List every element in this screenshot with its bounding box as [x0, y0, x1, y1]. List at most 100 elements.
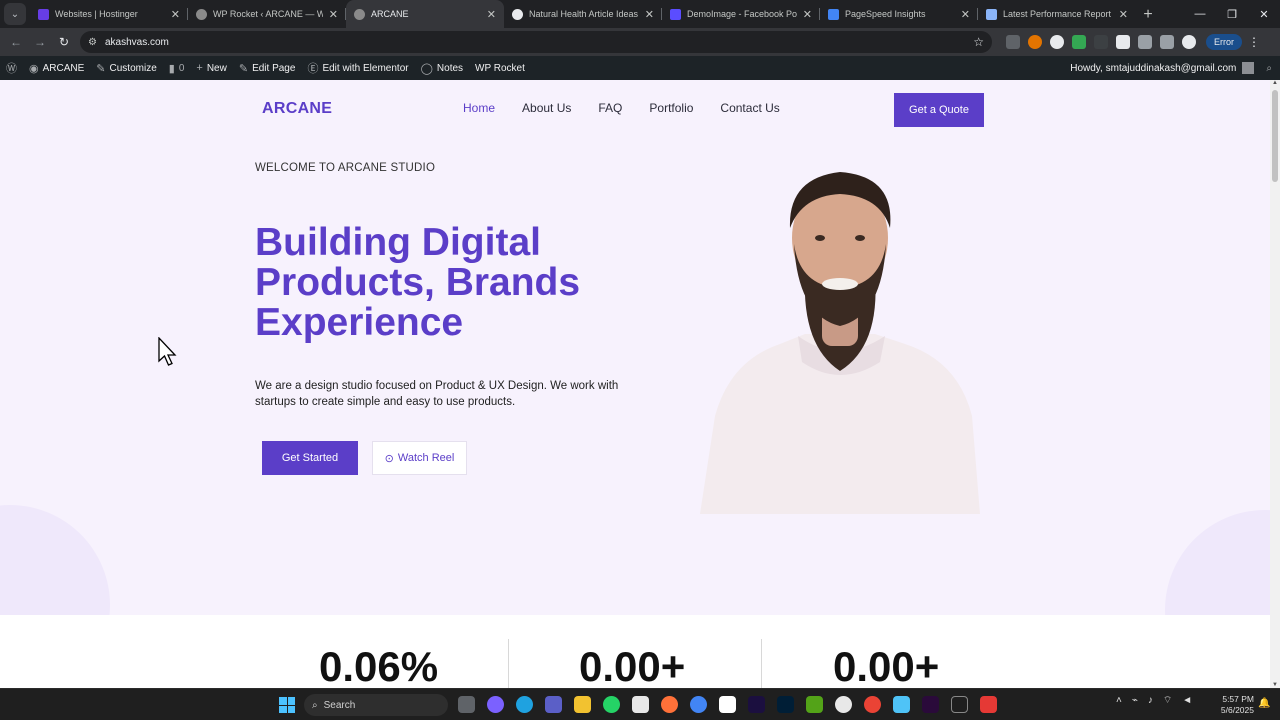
after-effects-icon[interactable]: [748, 696, 765, 713]
store-icon[interactable]: [632, 696, 649, 713]
stat-divider: [761, 639, 762, 688]
close-tab-icon[interactable]: ✕: [171, 8, 180, 21]
capcut-icon[interactable]: [719, 696, 736, 713]
hostinger-favicon-icon: [38, 8, 49, 20]
notepad-icon[interactable]: [893, 696, 910, 713]
close-tab-icon[interactable]: ✕: [487, 8, 496, 21]
extension-icon[interactable]: [1050, 35, 1064, 49]
close-tab-icon[interactable]: ✕: [1119, 8, 1128, 21]
tab-search-button[interactable]: ⌄: [4, 3, 26, 25]
network-icon[interactable]: ⌁: [1132, 695, 1138, 706]
copilot-icon[interactable]: [487, 696, 504, 713]
wp-logo-menu[interactable]: Ⓦ: [0, 56, 23, 80]
firefox-icon[interactable]: [661, 696, 678, 713]
watch-reel-button[interactable]: ⊙ Watch Reel: [372, 441, 467, 475]
close-tab-icon[interactable]: ✕: [961, 8, 970, 21]
nav-faq[interactable]: FAQ: [598, 101, 622, 115]
tab-title: WP Rocket ‹ ARCANE — WordP: [213, 9, 323, 19]
nav-about-us[interactable]: About Us: [522, 101, 571, 115]
minimize-icon[interactable]: —: [1184, 8, 1216, 20]
greenapp-icon[interactable]: [806, 696, 823, 713]
browser-tab[interactable]: PageSpeed Insights ✕: [820, 0, 978, 28]
browser-tab[interactable]: Websites | Hostinger ✕: [30, 0, 188, 28]
browser-tab[interactable]: WP Rocket ‹ ARCANE — WordP ✕: [188, 0, 346, 28]
taskbar-search[interactable]: ⌕ Search: [304, 694, 448, 716]
wifi-icon[interactable]: ⌔: [1163, 694, 1172, 707]
customize-label: Customize: [109, 62, 157, 74]
extension-icon[interactable]: [1028, 35, 1042, 49]
back-arrow-icon[interactable]: ←: [4, 35, 28, 49]
task-view-icon[interactable]: [458, 696, 475, 713]
forward-arrow-icon[interactable]: →: [28, 35, 52, 49]
reading-list-icon[interactable]: [1160, 35, 1174, 49]
new-tab-icon[interactable]: +: [1136, 6, 1160, 24]
browser-menu-icon[interactable]: ⋮: [1248, 35, 1260, 49]
canva-favicon-icon: [670, 8, 681, 20]
reload-icon[interactable]: ↻: [52, 35, 76, 49]
upwork-icon[interactable]: [951, 696, 968, 713]
error-chip[interactable]: Error: [1206, 34, 1242, 50]
avatar[interactable]: [1242, 62, 1255, 74]
close-tab-icon[interactable]: ✕: [329, 8, 338, 21]
search-icon[interactable]: ⌕: [1266, 63, 1272, 74]
extension-icon[interactable]: [1006, 35, 1020, 49]
wp-comments[interactable]: ▮ 0: [163, 56, 191, 80]
taskbar-clock[interactable]: 5:57 PM 5/6/2025: [1216, 694, 1254, 716]
extension-icon[interactable]: [1116, 35, 1130, 49]
windows-start-icon[interactable]: [279, 697, 295, 713]
extension-icon[interactable]: [1094, 35, 1108, 49]
address-bar[interactable]: ⚙ akashvas.com ☆: [80, 31, 992, 53]
nav-contact-us[interactable]: Contact Us: [720, 101, 779, 115]
edge-icon[interactable]: [516, 696, 533, 713]
wp-rocket[interactable]: WP Rocket: [469, 56, 531, 80]
restore-icon[interactable]: ❐: [1216, 8, 1248, 21]
bookmark-star-icon[interactable]: ☆: [973, 35, 984, 49]
url-text[interactable]: akashvas.com: [105, 37, 965, 48]
whatsapp-icon[interactable]: [603, 696, 620, 713]
get-a-quote-button[interactable]: Get a Quote: [894, 93, 984, 127]
site-logo[interactable]: ARCANE: [262, 100, 332, 118]
chrome-icon[interactable]: [690, 696, 707, 713]
page-scrollbar[interactable]: ▲ ▼: [1270, 80, 1280, 688]
close-window-icon[interactable]: ✕: [1248, 8, 1280, 21]
close-tab-icon[interactable]: ✕: [645, 8, 654, 21]
extension-icon[interactable]: [1072, 35, 1086, 49]
search-app-icon[interactable]: [864, 696, 881, 713]
profile-icon[interactable]: [1182, 35, 1196, 49]
volume-icon[interactable]: ◄: [1182, 695, 1192, 706]
wp-edit-elementor[interactable]: Ⓔ Edit with Elementor: [301, 56, 414, 80]
wp-new[interactable]: + New: [190, 56, 232, 80]
browser-tab-active[interactable]: ARCANE ✕: [346, 0, 504, 28]
microphone-icon[interactable]: ♪: [1148, 695, 1153, 706]
browser-tab[interactable]: Natural Health Article Ideas ✕: [504, 0, 662, 28]
browser-tab[interactable]: DemoImage - Facebook Post ( ✕: [662, 0, 820, 28]
close-tab-icon[interactable]: ✕: [803, 8, 812, 21]
chevron-up-icon[interactable]: ˄: [1116, 695, 1122, 706]
file-explorer-icon[interactable]: [574, 696, 591, 713]
puzzle-icon[interactable]: [1138, 35, 1152, 49]
teams-icon[interactable]: [545, 696, 562, 713]
howdy-user[interactable]: Howdy, smtajuddinakash@gmail.com: [1070, 63, 1236, 74]
wp-site-name[interactable]: ◉ ARCANE: [23, 56, 90, 80]
browser-tab[interactable]: Latest Performance Report for ✕: [978, 0, 1136, 28]
wordpress-favicon-icon: [196, 8, 207, 20]
notification-bell-icon[interactable]: 🔔: [1258, 698, 1270, 709]
hero-portrait-image: [700, 172, 980, 514]
red-app-icon[interactable]: [980, 696, 997, 713]
wp-edit-page[interactable]: ✎ Edit Page: [233, 56, 302, 80]
tab-title: DemoImage - Facebook Post (: [687, 9, 797, 19]
screenshot-icon[interactable]: [835, 696, 852, 713]
scroll-up-icon[interactable]: ▲: [1270, 80, 1280, 86]
photoshop-icon[interactable]: [777, 696, 794, 713]
site-info-icon[interactable]: ⚙: [88, 37, 97, 48]
browser-tab-strip: ⌄ Websites | Hostinger ✕ WP Rocket ‹ ARC…: [0, 0, 1280, 28]
wp-notes[interactable]: ◯ Notes: [415, 56, 469, 80]
nav-home[interactable]: Home: [463, 101, 495, 115]
taskbar-apps: [458, 696, 997, 713]
nav-portfolio[interactable]: Portfolio: [649, 101, 693, 115]
premiere-icon[interactable]: [922, 696, 939, 713]
notes-label: Notes: [436, 62, 464, 74]
wp-customize[interactable]: ✎ Customize: [90, 56, 162, 80]
get-started-button[interactable]: Get Started: [262, 441, 358, 475]
scrollbar-thumb[interactable]: [1272, 90, 1278, 182]
